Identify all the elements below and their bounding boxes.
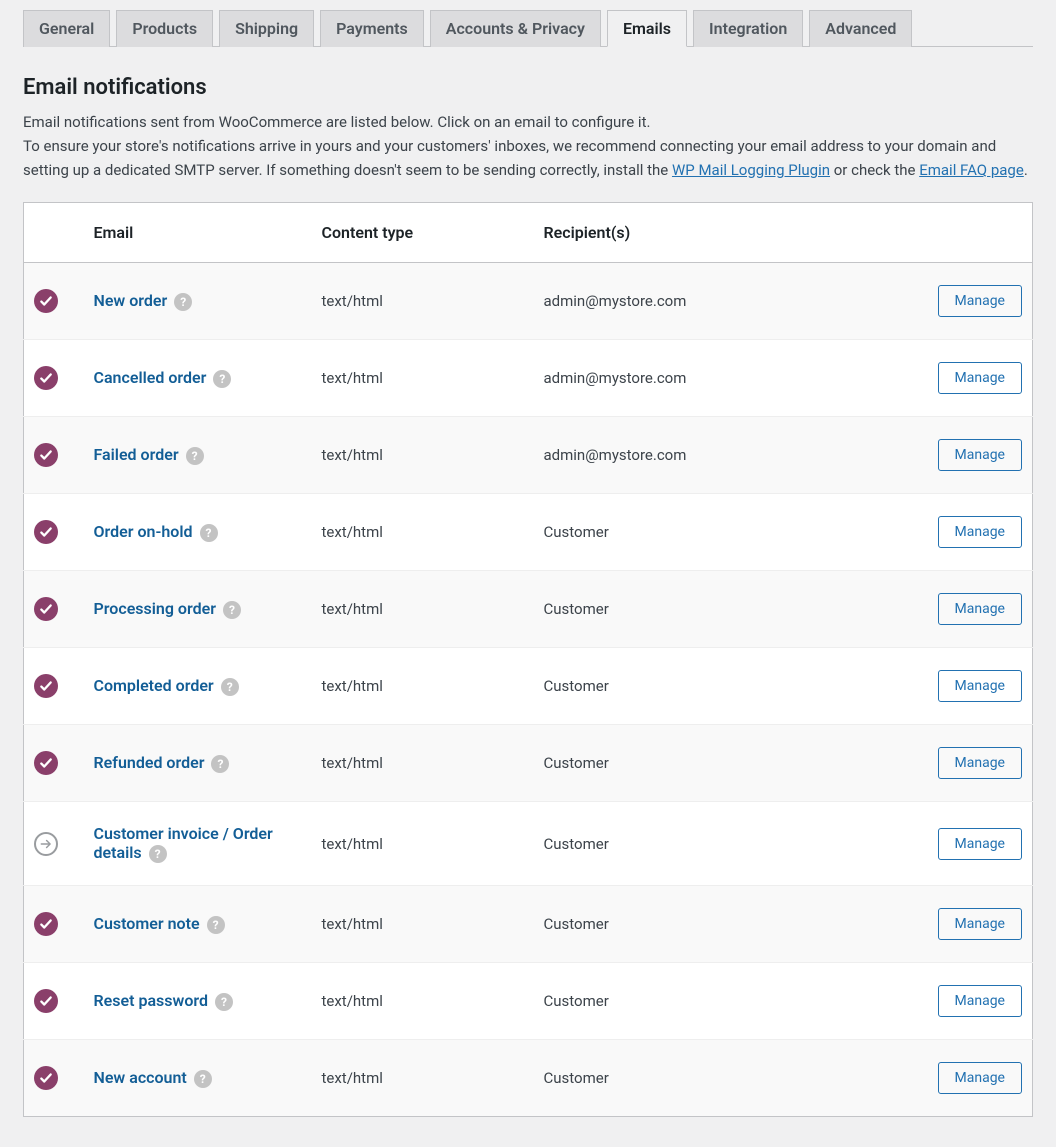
table-row: New order? text/htmladmin@mystore.com Mana…: [24, 263, 1033, 340]
manage-button[interactable]: Manage: [938, 670, 1022, 702]
status-enabled-icon: [34, 912, 58, 936]
tab-integration[interactable]: Integration: [693, 10, 803, 47]
intro-line2c: .: [1024, 161, 1028, 179]
table-row: Cancelled order? text/htmladmin@mystore.c…: [24, 340, 1033, 417]
email-name-link[interactable]: Completed order: [94, 676, 214, 695]
section-heading: Email notifications: [23, 75, 1033, 100]
email-name-link[interactable]: Customer invoice / Order details: [94, 824, 273, 862]
status-enabled-icon: [34, 289, 58, 313]
tab-advanced[interactable]: Advanced: [809, 10, 912, 47]
email-name-link[interactable]: Customer note: [94, 914, 200, 933]
table-row: New account? text/htmlCustomer Manage: [24, 1040, 1033, 1117]
settings-tabs: GeneralProductsShippingPaymentsAccounts …: [23, 10, 1033, 47]
manage-button[interactable]: Manage: [938, 985, 1022, 1017]
email-name-link[interactable]: New account: [94, 1068, 187, 1087]
email-name-link[interactable]: Cancelled order: [94, 368, 207, 387]
content-type-cell: text/html: [312, 648, 534, 725]
recipients-cell: Customer: [534, 886, 913, 963]
help-icon[interactable]: ?: [211, 755, 229, 773]
content-type-cell: text/html: [312, 340, 534, 417]
table-row: Reset password? text/htmlCustomer Manage: [24, 963, 1033, 1040]
status-enabled-icon: [34, 1066, 58, 1090]
recipients-cell: admin@mystore.com: [534, 263, 913, 340]
manage-button[interactable]: Manage: [938, 285, 1022, 317]
table-row: Order on-hold? text/htmlCustomer Manage: [24, 494, 1033, 571]
col-recip-header: Recipient(s): [534, 203, 913, 263]
help-icon[interactable]: ?: [215, 993, 233, 1011]
content-type-cell: text/html: [312, 725, 534, 802]
recipients-cell: Customer: [534, 648, 913, 725]
table-row: Customer invoice / Order details? text/ht…: [24, 802, 1033, 886]
tab-accounts-privacy[interactable]: Accounts & Privacy: [430, 10, 601, 47]
recipients-cell: admin@mystore.com: [534, 340, 913, 417]
help-icon[interactable]: ?: [194, 1070, 212, 1088]
recipients-cell: Customer: [534, 963, 913, 1040]
manage-button[interactable]: Manage: [938, 439, 1022, 471]
help-icon[interactable]: ?: [221, 678, 239, 696]
table-row: Refunded order? text/htmlCustomer Manage: [24, 725, 1033, 802]
recipients-cell: Customer: [534, 494, 913, 571]
help-icon[interactable]: ?: [149, 845, 167, 863]
status-enabled-icon: [34, 989, 58, 1013]
col-email-header: Email: [84, 203, 312, 263]
recipients-cell: Customer: [534, 802, 913, 886]
content-type-cell: text/html: [312, 494, 534, 571]
table-row: Customer note? text/htmlCustomer Manage: [24, 886, 1033, 963]
recipients-cell: Customer: [534, 725, 913, 802]
recipients-cell: Customer: [534, 571, 913, 648]
tab-general[interactable]: General: [23, 10, 110, 47]
content-type-cell: text/html: [312, 963, 534, 1040]
status-enabled-icon: [34, 751, 58, 775]
help-icon[interactable]: ?: [174, 293, 192, 311]
help-icon[interactable]: ?: [200, 524, 218, 542]
email-name-link[interactable]: Failed order: [94, 445, 179, 464]
manage-button[interactable]: Manage: [938, 747, 1022, 779]
tab-emails[interactable]: Emails: [607, 10, 687, 47]
content-type-cell: text/html: [312, 571, 534, 648]
manage-button[interactable]: Manage: [938, 362, 1022, 394]
recipients-cell: Customer: [534, 1040, 913, 1117]
manage-button[interactable]: Manage: [938, 908, 1022, 940]
table-row: Completed order? text/htmlCustomer Manage: [24, 648, 1033, 725]
col-status-header: [24, 203, 84, 263]
content-type-cell: text/html: [312, 1040, 534, 1117]
content-type-cell: text/html: [312, 263, 534, 340]
link-wp-mail-logging[interactable]: WP Mail Logging Plugin: [672, 161, 830, 179]
col-ctype-header: Content type: [312, 203, 534, 263]
status-enabled-icon: [34, 520, 58, 544]
link-email-faq[interactable]: Email FAQ page: [919, 161, 1024, 179]
emails-table: Email Content type Recipient(s) New orde…: [23, 202, 1033, 1117]
table-row: Failed order? text/htmladmin@mystore.com M…: [24, 417, 1033, 494]
col-action-header: [913, 203, 1033, 263]
manage-button[interactable]: Manage: [938, 593, 1022, 625]
tab-shipping[interactable]: Shipping: [219, 10, 314, 47]
manage-button[interactable]: Manage: [938, 1062, 1022, 1094]
content-type-cell: text/html: [312, 802, 534, 886]
section-description: Email notifications sent from WooCommerc…: [23, 110, 1033, 182]
status-enabled-icon: [34, 674, 58, 698]
tab-payments[interactable]: Payments: [320, 10, 424, 47]
help-icon[interactable]: ?: [207, 916, 225, 934]
email-name-link[interactable]: Reset password: [94, 991, 209, 1010]
status-enabled-icon: [34, 443, 58, 467]
intro-line2b: or check the: [830, 161, 919, 179]
status-manual-icon: [34, 832, 58, 856]
email-name-link[interactable]: Refunded order: [94, 753, 205, 772]
status-enabled-icon: [34, 597, 58, 621]
recipients-cell: admin@mystore.com: [534, 417, 913, 494]
intro-line1: Email notifications sent from WooCommerc…: [23, 113, 650, 131]
email-name-link[interactable]: New order: [94, 291, 168, 310]
tab-products[interactable]: Products: [116, 10, 213, 47]
manage-button[interactable]: Manage: [938, 828, 1022, 860]
help-icon[interactable]: ?: [186, 447, 204, 465]
table-row: Processing order? text/htmlCustomer Manage: [24, 571, 1033, 648]
email-name-link[interactable]: Order on-hold: [94, 522, 193, 541]
content-type-cell: text/html: [312, 417, 534, 494]
help-icon[interactable]: ?: [213, 370, 231, 388]
content-type-cell: text/html: [312, 886, 534, 963]
manage-button[interactable]: Manage: [938, 516, 1022, 548]
email-name-link[interactable]: Processing order: [94, 599, 216, 618]
status-enabled-icon: [34, 366, 58, 390]
help-icon[interactable]: ?: [223, 601, 241, 619]
